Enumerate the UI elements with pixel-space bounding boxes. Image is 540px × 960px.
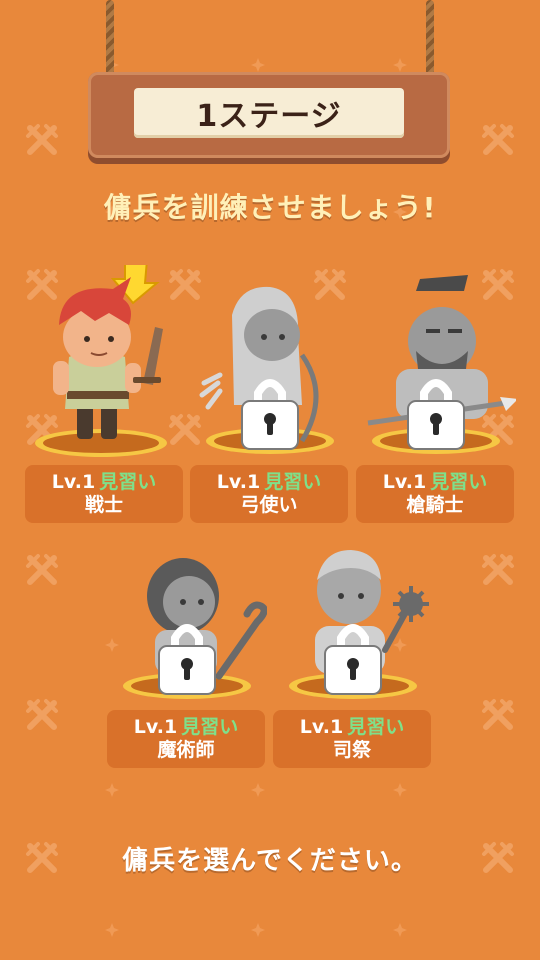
unit-card: Lv.1 見習い 司祭 <box>273 710 431 768</box>
unit-rank: 見習い <box>181 716 239 738</box>
instruction-title: 傭兵を訓練させましょう! <box>103 191 437 224</box>
unit-mage[interactable]: Lv.1 見習い 魔術師 <box>107 510 267 770</box>
unit-rank: 見習い <box>264 471 322 493</box>
unit-name: 魔術師 <box>157 739 215 761</box>
select-prompt: 傭兵を選んでください。 <box>122 846 418 876</box>
lancer-character-icon <box>367 275 516 454</box>
unit-level: Lv.1 <box>299 716 344 738</box>
warrior-character-icon <box>35 265 167 457</box>
unit-card: Lv.1 見習い 魔術師 <box>107 710 265 768</box>
unit-warrior[interactable]: Lv.1 見習い 戦士 <box>25 265 185 525</box>
priest-character-icon <box>289 550 429 699</box>
unit-level: Lv.1 <box>382 471 427 493</box>
unit-level: Lv.1 <box>51 471 96 493</box>
unit-name: 司祭 <box>332 739 371 761</box>
unit-lancer[interactable]: Lv.1 見習い 槍騎士 <box>356 265 516 525</box>
unit-rank: 見習い <box>99 471 157 493</box>
unit-archer[interactable]: Lv.1 見習い 弓使い <box>190 265 350 525</box>
mage-character-icon <box>123 558 267 699</box>
stage-sign-plate: 1ステージ <box>134 88 404 138</box>
unit-level: Lv.1 <box>216 471 261 493</box>
left-rope <box>106 0 114 80</box>
unit-priest[interactable]: Lv.1 見習い 司祭 <box>273 510 433 770</box>
stage-title: 1ステージ <box>196 99 342 134</box>
stage-sign: 1ステージ <box>88 72 450 158</box>
unit-level: Lv.1 <box>133 716 178 738</box>
unit-rank: 見習い <box>347 716 405 738</box>
archer-character-icon <box>199 286 334 454</box>
right-rope <box>426 0 434 80</box>
unit-rank: 見習い <box>430 471 488 493</box>
